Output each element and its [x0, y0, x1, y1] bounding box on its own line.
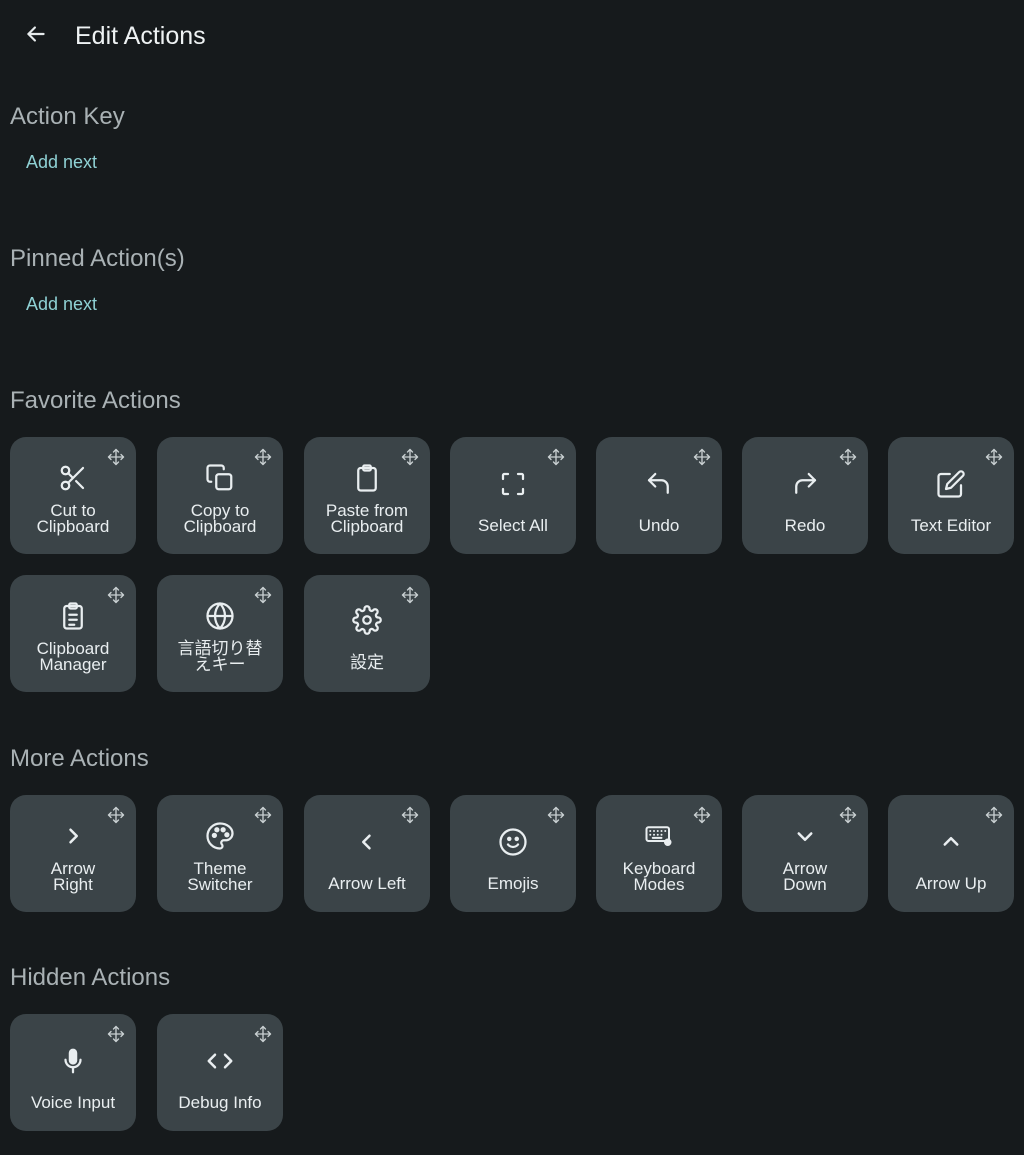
section-title-action-key: Action Key: [10, 103, 125, 130]
action-tile-label: Redo: [784, 516, 826, 535]
drag-handle-icon[interactable]: [984, 447, 1004, 467]
action-tile-select-all[interactable]: Select All: [450, 437, 576, 554]
drag-handle-icon[interactable]: [106, 447, 126, 467]
action-key-add-next-button[interactable]: Add next: [26, 150, 97, 174]
drag-handle-icon[interactable]: [106, 805, 126, 825]
drag-handle-icon[interactable]: [692, 447, 712, 467]
action-tile-label: Clipboard Manager: [36, 639, 110, 674]
action-tile-label: 言語切り替 えキー: [177, 639, 263, 674]
section-title-hidden: Hidden Actions: [10, 964, 171, 991]
microphone-icon: [58, 1046, 88, 1076]
back-button[interactable]: [14, 14, 58, 58]
action-tile-label: 設定: [350, 653, 384, 672]
action-tile-label: Paste from Clipboard: [325, 501, 409, 536]
page-title: Edit Actions: [75, 22, 206, 50]
keyboard-settings-icon: [644, 821, 674, 851]
palette-icon: [205, 821, 235, 851]
action-tile-redo[interactable]: Redo: [742, 437, 868, 554]
action-tile-keyboard-modes[interactable]: Keyboard Modes: [596, 795, 722, 912]
action-tile-label: Arrow Right: [50, 859, 96, 894]
drag-handle-icon[interactable]: [253, 1024, 273, 1044]
undo-icon: [644, 469, 674, 499]
drag-handle-icon[interactable]: [400, 585, 420, 605]
drag-handle-icon[interactable]: [546, 805, 566, 825]
action-tile-label: Keyboard Modes: [622, 859, 696, 894]
action-tile-voice-input[interactable]: Voice Input: [10, 1014, 136, 1131]
action-tile-paste[interactable]: Paste from Clipboard: [304, 437, 430, 554]
copy-icon: [205, 463, 235, 493]
action-tile-arrow-right[interactable]: Arrow Right: [10, 795, 136, 912]
action-tile-cut[interactable]: Cut to Clipboard: [10, 437, 136, 554]
edit-icon: [936, 469, 966, 499]
drag-handle-icon[interactable]: [106, 585, 126, 605]
action-tile-label: Undo: [638, 516, 680, 535]
action-tile-clipboard-manager[interactable]: Clipboard Manager: [10, 575, 136, 692]
drag-handle-icon[interactable]: [546, 447, 566, 467]
action-tile-label: Emojis: [487, 874, 539, 893]
action-tile-undo[interactable]: Undo: [596, 437, 722, 554]
action-tile-emojis[interactable]: Emojis: [450, 795, 576, 912]
clipboard-icon: [352, 463, 382, 493]
select-all-icon: [498, 469, 528, 499]
drag-handle-icon[interactable]: [838, 447, 858, 467]
action-tile-label: Debug Info: [178, 1093, 262, 1112]
drag-handle-icon[interactable]: [692, 805, 712, 825]
action-tile-label: Arrow Down: [782, 859, 828, 894]
drag-handle-icon[interactable]: [400, 447, 420, 467]
action-tile-arrow-left[interactable]: Arrow Left: [304, 795, 430, 912]
drag-handle-icon[interactable]: [984, 805, 1004, 825]
action-tile-label: Select All: [478, 516, 548, 535]
action-tile-settings[interactable]: 設定: [304, 575, 430, 692]
action-tile-arrow-up[interactable]: Arrow Up: [888, 795, 1014, 912]
drag-handle-icon[interactable]: [253, 805, 273, 825]
action-tile-text-editor[interactable]: Text Editor: [888, 437, 1014, 554]
action-tile-label: Arrow Left: [328, 874, 406, 893]
chevron-right-icon: [58, 821, 88, 851]
clipboard-list-icon: [58, 601, 88, 631]
smiley-icon: [498, 827, 528, 857]
action-tile-debug-info[interactable]: Debug Info: [157, 1014, 283, 1131]
drag-handle-icon[interactable]: [400, 805, 420, 825]
top-app-bar: Edit Actions: [0, 0, 1024, 72]
action-tile-label: Voice Input: [30, 1093, 116, 1112]
drag-handle-icon[interactable]: [253, 447, 273, 467]
redo-icon: [790, 469, 820, 499]
action-tile-label: Arrow Up: [915, 874, 987, 893]
section-title-favorite: Favorite Actions: [10, 387, 181, 414]
chevron-left-icon: [352, 827, 382, 857]
action-tile-label: Text Editor: [910, 516, 992, 535]
drag-handle-icon[interactable]: [106, 1024, 126, 1044]
section-title-more: More Actions: [10, 745, 149, 772]
drag-handle-icon[interactable]: [253, 585, 273, 605]
drag-handle-icon[interactable]: [838, 805, 858, 825]
chevron-down-icon: [790, 821, 820, 851]
gear-icon: [352, 605, 382, 635]
pinned-add-next-button[interactable]: Add next: [26, 292, 97, 316]
action-tile-language-switch[interactable]: 言語切り替 えキー: [157, 575, 283, 692]
section-title-pinned: Pinned Action(s): [10, 245, 185, 272]
action-tile-label: Cut to Clipboard: [36, 501, 110, 536]
action-tile-label: Copy to Clipboard: [183, 501, 257, 536]
globe-icon: [205, 601, 235, 631]
arrow-left-icon: [23, 21, 49, 52]
action-tile-copy[interactable]: Copy to Clipboard: [157, 437, 283, 554]
action-tile-theme-switcher[interactable]: Theme Switcher: [157, 795, 283, 912]
scissors-icon: [58, 463, 88, 493]
action-tile-label: Theme Switcher: [187, 859, 253, 894]
chevron-up-icon: [936, 827, 966, 857]
action-tile-arrow-down[interactable]: Arrow Down: [742, 795, 868, 912]
code-icon: [205, 1046, 235, 1076]
